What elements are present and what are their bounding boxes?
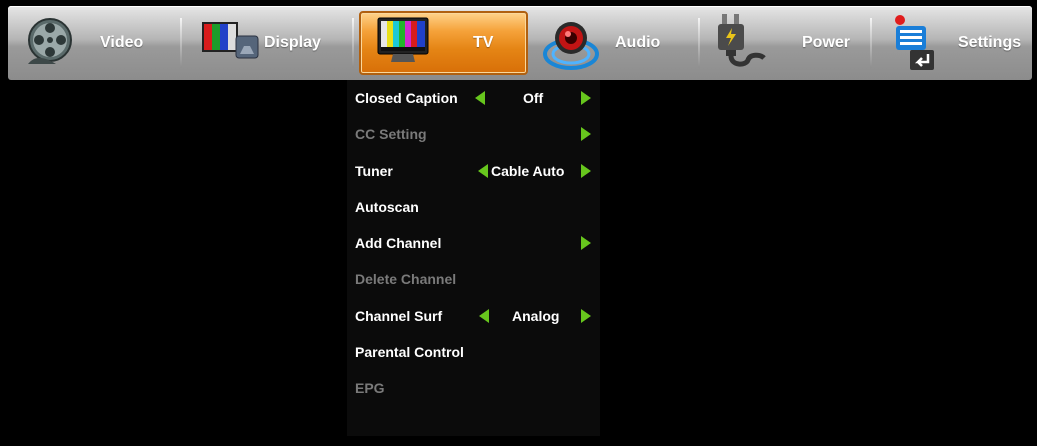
top-menu-bar: Video Display TV Audio Power Settings [8, 6, 1032, 80]
tab-settings-label: Settings [958, 34, 1022, 51]
tab-tv-label: TV [473, 34, 494, 51]
menu-item-add-channel[interactable]: Add Channel [355, 231, 595, 255]
menu-item-label: EPG [355, 380, 385, 396]
tab-tv[interactable]: TV [359, 6, 528, 80]
tv-screen: Video Display TV Audio Power Settings Cl… [0, 0, 1037, 446]
tab-separator [870, 18, 872, 68]
menu-item-label: Tuner [355, 163, 393, 179]
menu-item-label: CC Setting [355, 126, 427, 142]
menu-item-label: Add Channel [355, 235, 442, 251]
display-icon [200, 18, 260, 71]
menu-item-label: Closed Caption [355, 90, 458, 106]
film-reel-icon [22, 14, 78, 75]
arrow-left-icon[interactable] [475, 91, 485, 105]
tab-video-label: Video [100, 34, 144, 51]
menu-item-autoscan[interactable]: Autoscan [355, 195, 595, 219]
menu-item-closed-caption[interactable]: Closed Caption Off [355, 86, 595, 110]
menu-item-tuner[interactable]: Tuner Cable Auto [355, 159, 595, 183]
tab-audio[interactable]: Audio [532, 6, 700, 80]
arrow-right-icon[interactable] [581, 164, 591, 178]
menu-item-label: Delete Channel [355, 271, 457, 287]
arrow-left-icon[interactable] [479, 309, 489, 323]
tab-power[interactable]: Power [702, 6, 872, 80]
menu-item-value: Analog [512, 308, 560, 324]
tab-settings[interactable]: Settings [874, 6, 1032, 80]
arrow-left-icon[interactable] [478, 164, 488, 178]
menu-item-channel-surf[interactable]: Channel Surf Analog [355, 304, 595, 328]
power-plug-icon [716, 12, 776, 77]
menu-item-label: Autoscan [355, 199, 419, 215]
tab-power-label: Power [802, 34, 851, 51]
tab-separator [352, 18, 354, 68]
menu-item-epg[interactable]: EPG [355, 376, 595, 400]
menu-item-label: Channel Surf [355, 308, 443, 324]
tv-icon [377, 16, 429, 73]
arrow-right-icon[interactable] [581, 91, 591, 105]
tab-audio-label: Audio [615, 34, 661, 51]
menu-item-label: Parental Control [355, 344, 464, 360]
menu-item-delete-channel[interactable]: Delete Channel [355, 267, 595, 291]
menu-item-cc-setting[interactable]: CC Setting [355, 122, 595, 146]
menu-item-value: Cable Auto [491, 163, 565, 179]
menu-item-parental-control[interactable]: Parental Control [355, 340, 595, 364]
menu-item-value: Off [523, 90, 544, 106]
tab-display[interactable]: Display [184, 6, 354, 80]
tv-menu-panel: Closed Caption Off CC Setting Tuner Cabl… [347, 80, 600, 436]
speaker-icon [542, 16, 600, 77]
arrow-right-icon[interactable] [581, 127, 591, 141]
arrow-right-icon[interactable] [581, 309, 591, 323]
arrow-right-icon[interactable] [581, 236, 591, 250]
tab-display-label: Display [264, 34, 321, 51]
settings-list-icon [892, 12, 942, 77]
tab-separator [180, 18, 182, 68]
tab-video[interactable]: Video [8, 6, 178, 80]
tab-separator [698, 18, 700, 68]
